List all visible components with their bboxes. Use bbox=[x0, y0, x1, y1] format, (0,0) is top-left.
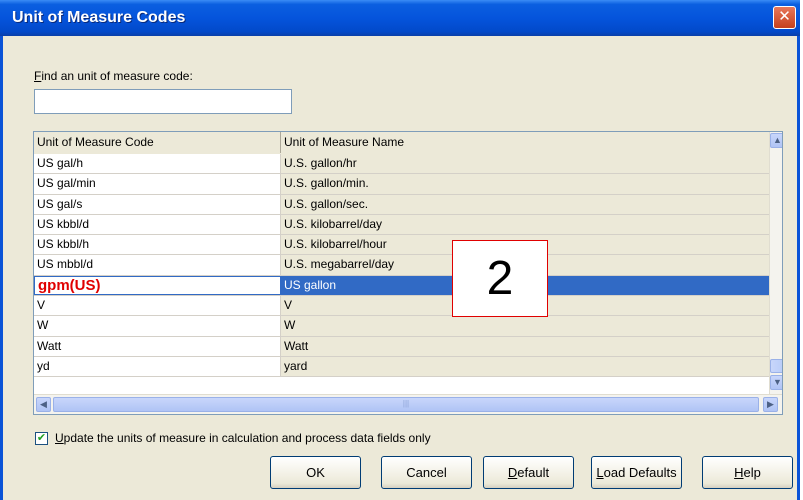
chevron-right-icon: ▶ bbox=[767, 399, 774, 409]
vertical-scrollbar[interactable]: ▲ ▼ bbox=[769, 132, 782, 394]
table-row[interactable]: W W bbox=[34, 316, 769, 337]
close-button[interactable]: ✕ bbox=[773, 6, 796, 29]
find-input[interactable] bbox=[34, 89, 292, 114]
selected-table-row[interactable]: gpm(US) US gallon bbox=[34, 275, 769, 297]
title-bar[interactable]: Unit of Measure Codes ✕ bbox=[0, 0, 800, 36]
code-cell[interactable]: US gal/s bbox=[34, 194, 281, 214]
uom-grid[interactable]: Unit of Measure Code Unit of Measure Nam… bbox=[33, 131, 783, 415]
table-row[interactable]: US mbbl/d U.S. megabarrel/day bbox=[34, 255, 769, 276]
chevron-up-icon: ▲ bbox=[773, 135, 782, 145]
name-cell[interactable]: Watt bbox=[281, 336, 769, 356]
default-button[interactable]: Default bbox=[483, 456, 574, 489]
unit-of-measure-dialog: Unit of Measure Codes ✕ Find an unit of … bbox=[0, 0, 800, 500]
checkmark-icon: ✔ bbox=[36, 432, 47, 444]
chevron-down-icon: ▼ bbox=[773, 377, 782, 387]
step-annotation-box: 2 bbox=[452, 240, 548, 317]
scroll-right-button[interactable]: ▶ bbox=[763, 397, 778, 412]
table-row[interactable]: US gal/s U.S. gallon/sec. bbox=[34, 194, 769, 215]
dialog-title: Unit of Measure Codes bbox=[12, 9, 186, 26]
table-row[interactable]: US gal/min U.S. gallon/min. bbox=[34, 174, 769, 195]
code-cell[interactable]: US mbbl/d bbox=[34, 255, 281, 275]
code-cell[interactable]: yd bbox=[34, 356, 281, 377]
table-row[interactable]: V V bbox=[34, 296, 769, 317]
scroll-left-button[interactable]: ◀ bbox=[36, 397, 51, 412]
update-units-label[interactable]: Update the units of measure in calculati… bbox=[55, 431, 431, 445]
cancel-button[interactable]: Cancel bbox=[381, 456, 472, 489]
help-button[interactable]: Help bbox=[702, 456, 793, 489]
grip-icon: ||| bbox=[402, 399, 410, 408]
horizontal-scroll-thumb[interactable]: ||| bbox=[53, 397, 759, 412]
table-row[interactable]: yd yard bbox=[34, 356, 769, 378]
vertical-scroll-thumb[interactable] bbox=[770, 359, 782, 373]
column-header-name[interactable]: Unit of Measure Name bbox=[281, 132, 769, 153]
code-cell[interactable]: Watt bbox=[34, 336, 281, 356]
code-cell[interactable]: V bbox=[34, 296, 281, 316]
load-defaults-button[interactable]: Load Defaults bbox=[591, 456, 682, 489]
code-cell[interactable]: US gal/h bbox=[34, 154, 281, 174]
table-row[interactable]: US kbbl/h U.S. kilobarrel/hour bbox=[34, 235, 769, 256]
name-cell[interactable]: U.S. gallon/hr bbox=[281, 154, 769, 174]
name-cell[interactable]: yard bbox=[281, 356, 769, 377]
scroll-up-button[interactable]: ▲ bbox=[770, 133, 782, 148]
table-row[interactable]: US gal/h U.S. gallon/hr bbox=[34, 154, 769, 175]
name-cell[interactable]: U.S. gallon/min. bbox=[281, 174, 769, 194]
update-units-checkbox[interactable]: ✔ bbox=[35, 432, 48, 445]
chevron-left-icon: ◀ bbox=[40, 399, 47, 409]
code-cell[interactable]: US kbbl/h bbox=[34, 235, 281, 255]
name-cell[interactable]: U.S. kilobarrel/day bbox=[281, 214, 769, 235]
ok-button[interactable]: OK bbox=[270, 456, 361, 489]
scroll-down-button[interactable]: ▼ bbox=[770, 375, 782, 390]
table-row[interactable]: US kbbl/d U.S. kilobarrel/day bbox=[34, 214, 769, 236]
grid-rows: US gal/h U.S. gallon/hr US gal/min U.S. … bbox=[34, 154, 769, 378]
find-label: Find an unit of measure code: bbox=[34, 69, 193, 83]
column-header-code[interactable]: Unit of Measure Code bbox=[34, 132, 281, 153]
table-row[interactable]: Watt Watt bbox=[34, 336, 769, 357]
close-icon: ✕ bbox=[778, 8, 791, 25]
name-cell[interactable]: W bbox=[281, 316, 769, 336]
horizontal-scrollbar[interactable]: ◀ ||| ▶ bbox=[34, 394, 782, 414]
code-cell[interactable]: US gal/min bbox=[34, 174, 281, 194]
code-cell[interactable]: W bbox=[34, 316, 281, 336]
name-cell[interactable]: U.S. gallon/sec. bbox=[281, 194, 769, 214]
code-cell[interactable]: US kbbl/d bbox=[34, 214, 281, 235]
code-cell-editing[interactable]: gpm(US) bbox=[34, 275, 281, 296]
grid-header: Unit of Measure Code Unit of Measure Nam… bbox=[34, 132, 769, 155]
